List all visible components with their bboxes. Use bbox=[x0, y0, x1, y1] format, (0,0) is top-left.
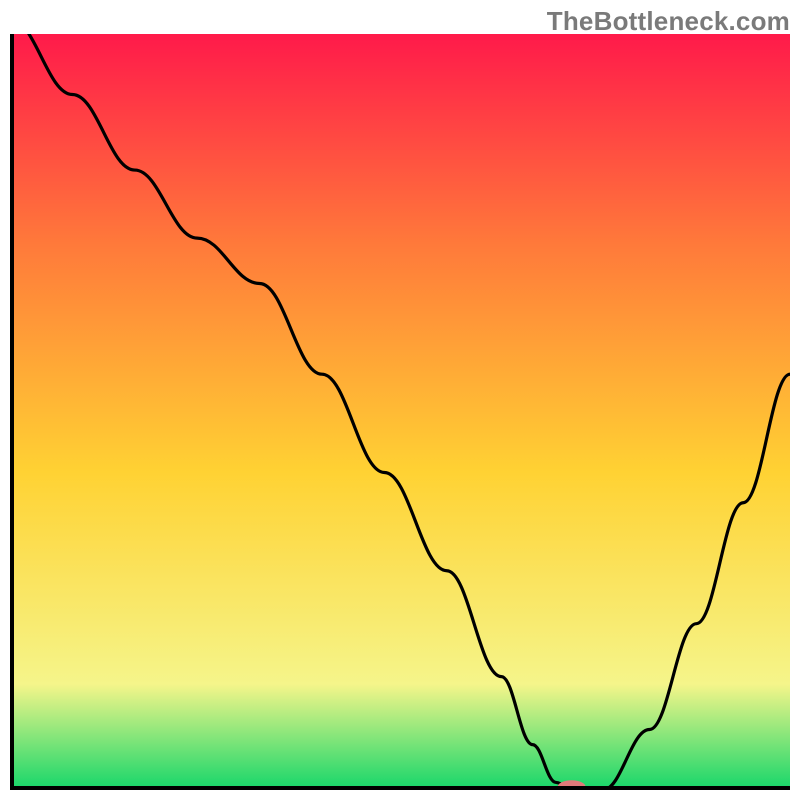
x-axis bbox=[10, 786, 790, 790]
watermark-text: TheBottleneck.com bbox=[547, 6, 790, 37]
chart-container: TheBottleneck.com bbox=[0, 0, 800, 800]
plot-svg bbox=[10, 34, 790, 790]
y-axis bbox=[10, 34, 14, 790]
